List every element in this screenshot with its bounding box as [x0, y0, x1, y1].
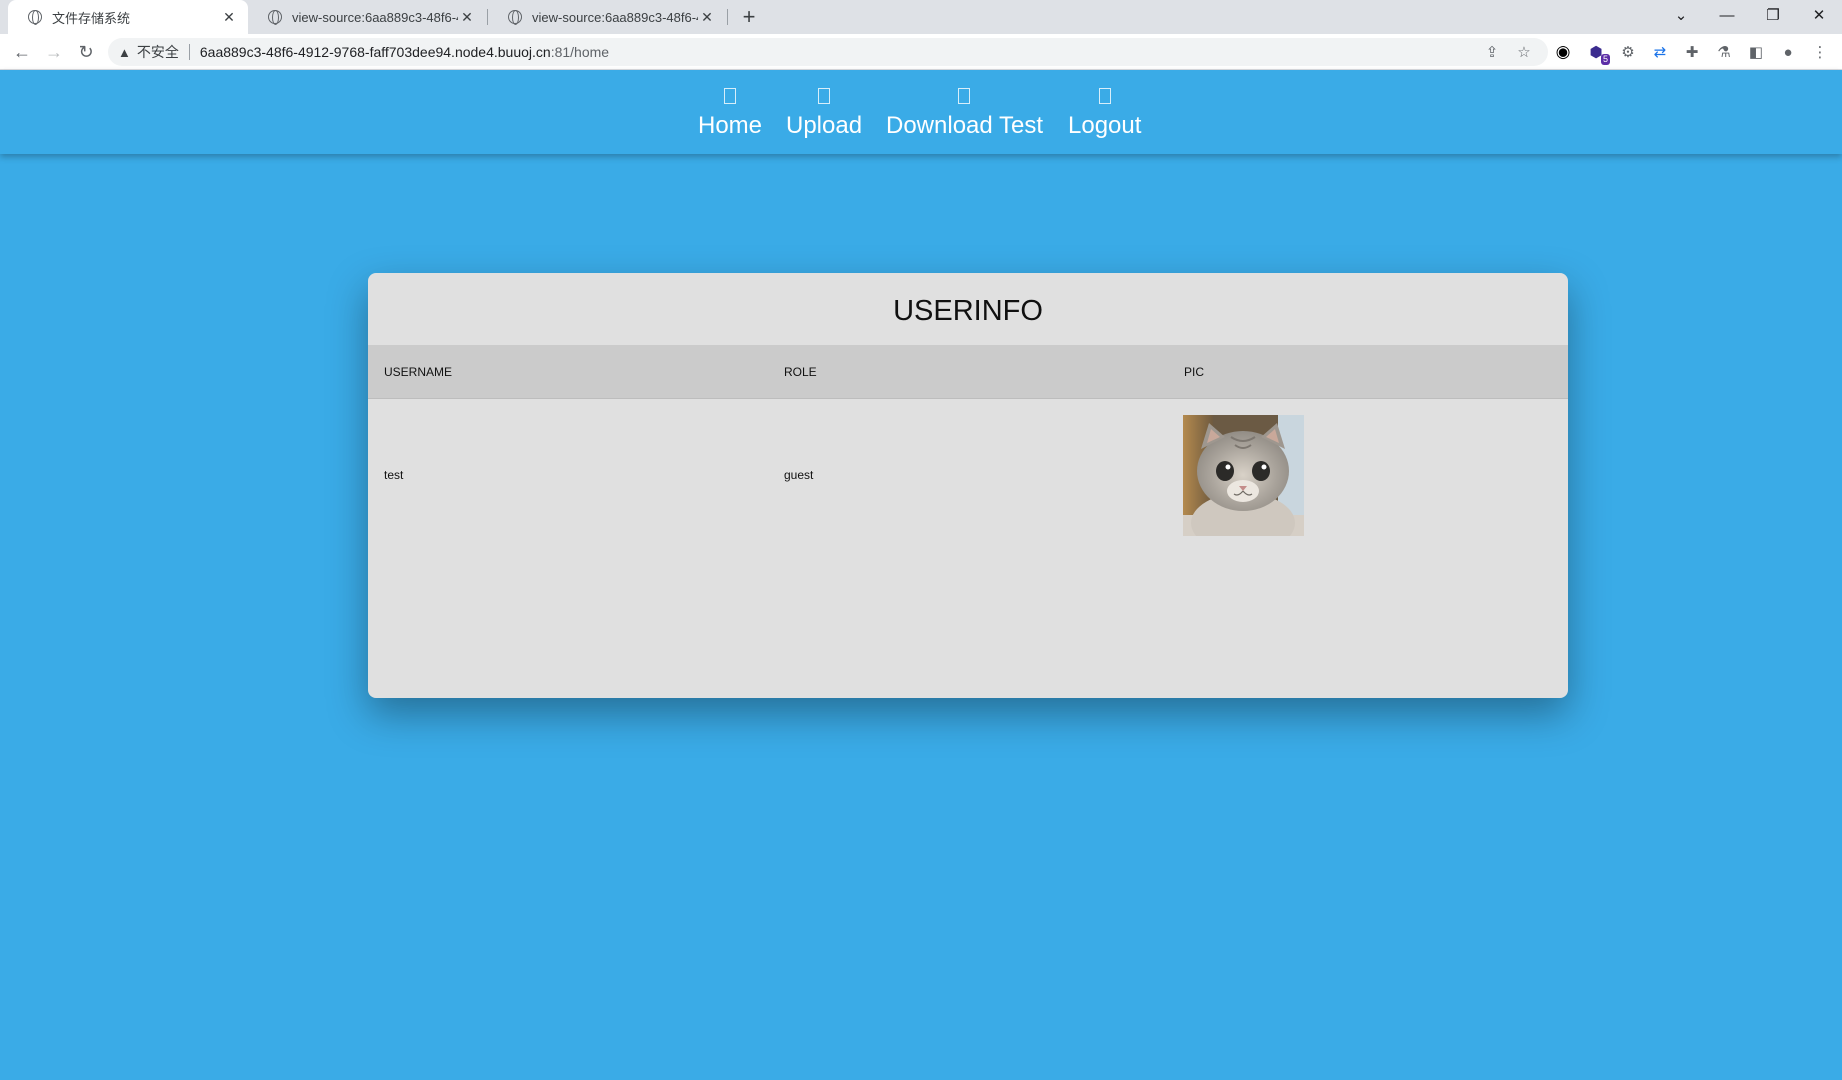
browser-tabstrip: 文件存储系统 ✕ view-source:6aa889c3-48f6-4912-…: [0, 0, 1842, 34]
gear-extension-icon[interactable]: ⚙: [1617, 41, 1639, 63]
tab-title: view-source:6aa889c3-48f6-4912-9768-faff…: [292, 9, 458, 25]
nav-download-test[interactable]: Download Test: [886, 70, 1043, 154]
browser-tab[interactable]: view-source:6aa889c3-48f6-4912-9768-faff…: [488, 0, 726, 34]
table-header: USERNAME ROLE PIC: [368, 345, 1568, 399]
url-path: :81/home: [550, 44, 610, 60]
extension-badge: 5: [1600, 54, 1610, 65]
share-icon[interactable]: ⇪: [1480, 42, 1504, 62]
cell-role: guest: [784, 468, 814, 482]
column-header-role: ROLE: [784, 365, 817, 379]
puzzle-icon[interactable]: ✚: [1681, 41, 1703, 63]
close-icon[interactable]: ✕: [698, 8, 716, 26]
url-host: 6aa889c3-48f6-4912-9768-faff703dee94.nod…: [199, 44, 551, 60]
close-icon[interactable]: ✕: [220, 8, 238, 26]
browser-tab-active[interactable]: 文件存储系统 ✕: [8, 0, 248, 34]
menu-kebab-icon[interactable]: ⋮: [1809, 41, 1831, 63]
omnibox-divider: [188, 44, 190, 60]
nav-upload-label: Upload: [786, 112, 863, 139]
nav-download-test-label: Download Test: [886, 112, 1043, 139]
bookmark-star-icon[interactable]: ☆: [1512, 42, 1536, 62]
nav-home[interactable]: Home: [698, 70, 762, 154]
globe-icon: [268, 10, 282, 25]
flask-icon[interactable]: ⚗: [1713, 41, 1735, 63]
forward-icon[interactable]: →: [40, 38, 68, 66]
back-icon[interactable]: ←: [8, 38, 36, 66]
site-nav-bar: Home Upload Download Test Logout: [0, 70, 1842, 154]
tab-divider: [727, 9, 728, 25]
browser-tab[interactable]: view-source:6aa889c3-48f6-4912-9768-faff…: [248, 0, 486, 34]
nav-logout[interactable]: Logout: [1068, 70, 1141, 154]
logout-icon: [1098, 88, 1111, 104]
minimize-icon[interactable]: —: [1704, 0, 1750, 30]
tab-title: 文件存储系统: [52, 10, 131, 26]
security-label[interactable]: 不安全: [137, 42, 179, 62]
home-icon: [724, 88, 737, 104]
nav-logout-label: Logout: [1068, 112, 1142, 139]
side-panel-icon[interactable]: ◧: [1745, 41, 1767, 63]
restore-icon[interactable]: ❐: [1750, 0, 1796, 30]
table-row: test guest: [368, 399, 1568, 549]
userinfo-card: USERINFO USERNAME ROLE PIC test guest: [368, 273, 1568, 698]
column-header-pic: PIC: [1184, 365, 1205, 379]
sync-extension-icon[interactable]: ⇄: [1649, 41, 1671, 63]
extension-circle-icon[interactable]: ◉: [1552, 41, 1574, 63]
tab-title: view-source:6aa889c3-48f6-4912-9768-faff…: [532, 9, 698, 25]
cat-photo-svg: [1183, 415, 1304, 536]
close-icon[interactable]: ✕: [458, 8, 476, 26]
download-icon: [958, 88, 971, 104]
upload-icon: [818, 88, 831, 104]
address-bar[interactable]: ▲ 不安全 6aa889c3-48f6-4912-9768-faff703dee…: [108, 38, 1548, 66]
extension-cube-icon[interactable]: ⬢ 5: [1585, 41, 1610, 65]
column-header-username: USERNAME: [384, 365, 453, 379]
reload-icon[interactable]: ↻: [72, 38, 100, 66]
card-title: USERINFO: [893, 295, 1043, 327]
globe-icon: [28, 10, 42, 25]
cell-username: test: [384, 468, 404, 482]
new-tab-button[interactable]: +: [736, 4, 762, 30]
profile-avatar-icon[interactable]: ●: [1777, 41, 1799, 63]
window-close-icon[interactable]: ✕: [1796, 0, 1842, 30]
browser-toolbar: ← → ↻ ▲ 不安全 6aa889c3-48f6-4912-9768-faff…: [0, 34, 1842, 70]
globe-icon: [508, 10, 522, 25]
user-avatar-cat-photo: [1183, 415, 1304, 536]
tab-search-icon[interactable]: ⌄: [1658, 0, 1704, 30]
nav-upload[interactable]: Upload: [786, 70, 862, 154]
nav-home-label: Home: [698, 112, 763, 139]
warning-icon[interactable]: ▲: [118, 45, 131, 60]
